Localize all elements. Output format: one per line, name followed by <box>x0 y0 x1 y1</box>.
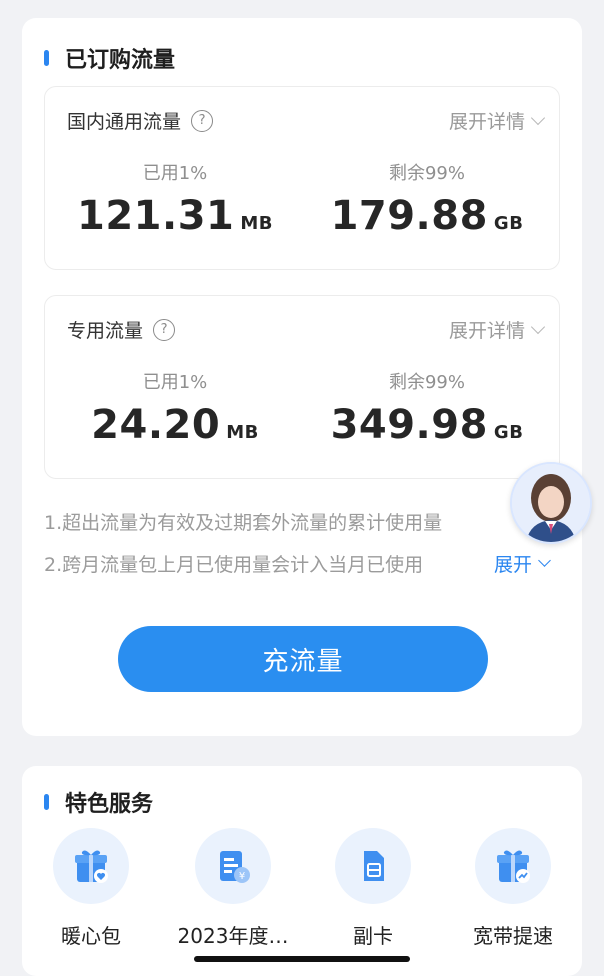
assistant-portrait-icon <box>512 464 590 542</box>
help-icon[interactable]: ? <box>191 109 214 132</box>
used-value: 121.31 MB <box>77 193 273 239</box>
remaining-value: 349.98 GB <box>330 402 524 448</box>
service-annual-report[interactable]: ¥ 2023年度… <box>168 828 298 949</box>
note-line-1: 1.超出流量为有效及过期套外流量的累计使用量 <box>44 512 443 534</box>
home-indicator[interactable] <box>194 956 410 962</box>
gift-speed-icon <box>475 828 551 904</box>
dedicated-remaining-stat: 剩余99% 349.98 GB <box>307 368 547 448</box>
used-caption: 已用1% <box>142 163 208 184</box>
note-line-2: 2.跨月流量包上月已使用量会计入当月已使用 <box>44 554 424 576</box>
service-warm-pack[interactable]: 暖心包 <box>26 828 156 949</box>
remaining-caption: 剩余99% <box>388 372 465 393</box>
domestic-flow-title: 国内通用流量 ? <box>67 107 214 134</box>
domestic-remaining-stat: 剩余99% 179.88 GB <box>307 159 547 239</box>
remaining-caption: 剩余99% <box>388 163 465 184</box>
dedicated-expand-details-button[interactable]: 展开详情 <box>449 316 546 343</box>
expand-notes-button[interactable]: 展开 <box>492 550 551 577</box>
title-accent-bar <box>44 794 49 810</box>
featured-services-title: 特色服务 <box>44 786 153 818</box>
annual-report-icon: ¥ <box>195 828 271 904</box>
assistant-avatar[interactable] <box>510 462 592 544</box>
used-value: 24.20 MB <box>91 402 259 448</box>
chevron-down-icon <box>530 110 546 125</box>
chevron-down-icon <box>538 554 551 567</box>
gift-heart-icon <box>53 828 129 904</box>
remaining-value: 179.88 GB <box>330 193 524 239</box>
remaining-unit: GB <box>493 213 524 234</box>
dedicated-flow-title: 专用流量 ? <box>67 316 176 343</box>
subscribed-flow-title: 已订购流量 <box>44 42 175 74</box>
remaining-unit: GB <box>493 422 524 443</box>
featured-services-card: 特色服务 暖心包 ¥ 2023年度… 副卡 宽带提速 <box>22 766 582 976</box>
domestic-expand-details-button[interactable]: 展开详情 <box>449 107 546 134</box>
dedicated-flow-panel: 专用流量 ? 展开详情 已用1% 24.20 MB 剩余99% 349.98 GB <box>44 295 560 479</box>
dedicated-used-stat: 已用1% 24.20 MB <box>55 368 295 448</box>
help-icon[interactable]: ? <box>153 318 176 341</box>
sim-card-icon <box>335 828 411 904</box>
subscribed-flow-card: 已订购流量 国内通用流量 ? 展开详情 已用1% 121.31 MB 剩余99% … <box>22 18 582 736</box>
used-caption: 已用1% <box>142 372 208 393</box>
recharge-flow-button[interactable]: 充流量 <box>118 626 488 692</box>
service-sub-card[interactable]: 副卡 <box>308 828 438 949</box>
used-unit: MB <box>226 422 259 443</box>
chevron-down-icon <box>530 319 546 334</box>
domestic-flow-panel: 国内通用流量 ? 展开详情 已用1% 121.31 MB 剩余99% 179.88… <box>44 86 560 270</box>
title-accent-bar <box>44 50 49 66</box>
svg-text:¥: ¥ <box>239 871 245 882</box>
domestic-used-stat: 已用1% 121.31 MB <box>55 159 295 239</box>
service-broadband-speedup[interactable]: 宽带提速 <box>448 828 578 949</box>
used-unit: MB <box>240 213 273 234</box>
